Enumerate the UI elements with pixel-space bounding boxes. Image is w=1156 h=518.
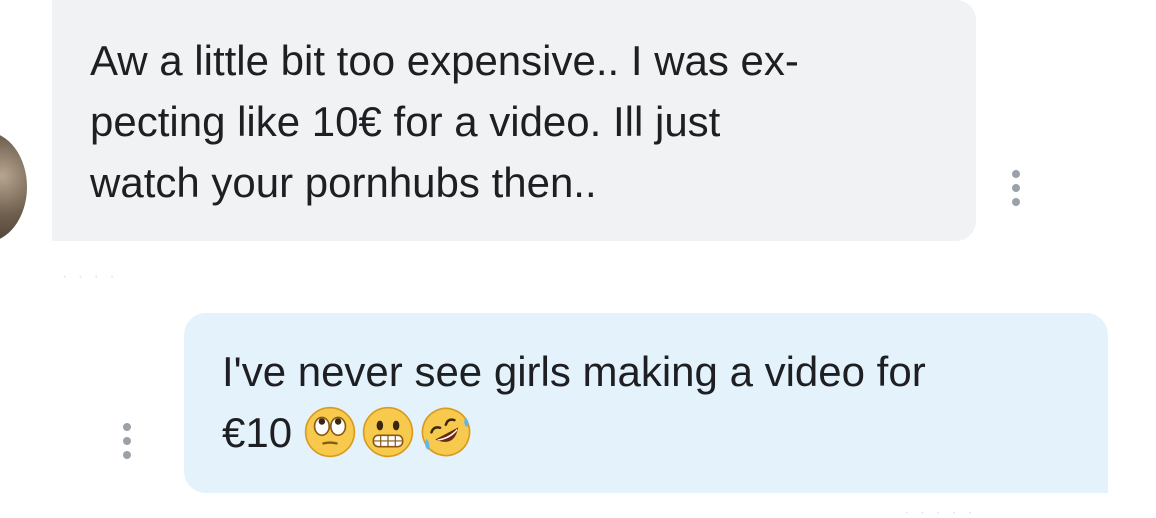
outgoing-message-meta: · · · · ·: [904, 504, 976, 518]
outgoing-message-bubble[interactable]: I've never see girls making a video for …: [184, 313, 1108, 493]
face-with-rolling-eyes-icon: [304, 406, 356, 458]
more-dot: [123, 451, 131, 459]
chat-screen: Aw a little bit too expensive.. I was ex…: [0, 0, 1156, 518]
incoming-message-bubble[interactable]: Aw a little bit too expensive.. I was ex…: [52, 0, 976, 241]
more-dot: [1012, 184, 1020, 192]
outgoing-message-amount: €10: [222, 409, 293, 456]
outgoing-message-line-1: I've never see girls making a video for: [222, 348, 926, 395]
more-dot: [123, 437, 131, 445]
grimacing-face-icon: [362, 406, 414, 458]
more-dot: [1012, 198, 1020, 206]
rolling-on-the-floor-laughing-icon: [421, 407, 471, 457]
emoji-group: [304, 406, 472, 458]
more-dot: [123, 423, 131, 431]
incoming-message-line-3: watch your pornhubs then..: [90, 159, 597, 206]
more-dot: [1012, 170, 1020, 178]
incoming-message-meta: · · · ·: [62, 268, 118, 285]
contact-avatar[interactable]: [0, 132, 27, 242]
incoming-message-line-1: Aw a little bit too expensive.. I was ex…: [90, 37, 799, 84]
incoming-message-more-icon[interactable]: [1011, 170, 1021, 206]
incoming-message-line-2: pecting like 10€ for a video. Ill just: [90, 98, 721, 145]
outgoing-message-more-icon[interactable]: [122, 423, 132, 459]
outgoing-message-line-2: €10: [222, 402, 1072, 463]
